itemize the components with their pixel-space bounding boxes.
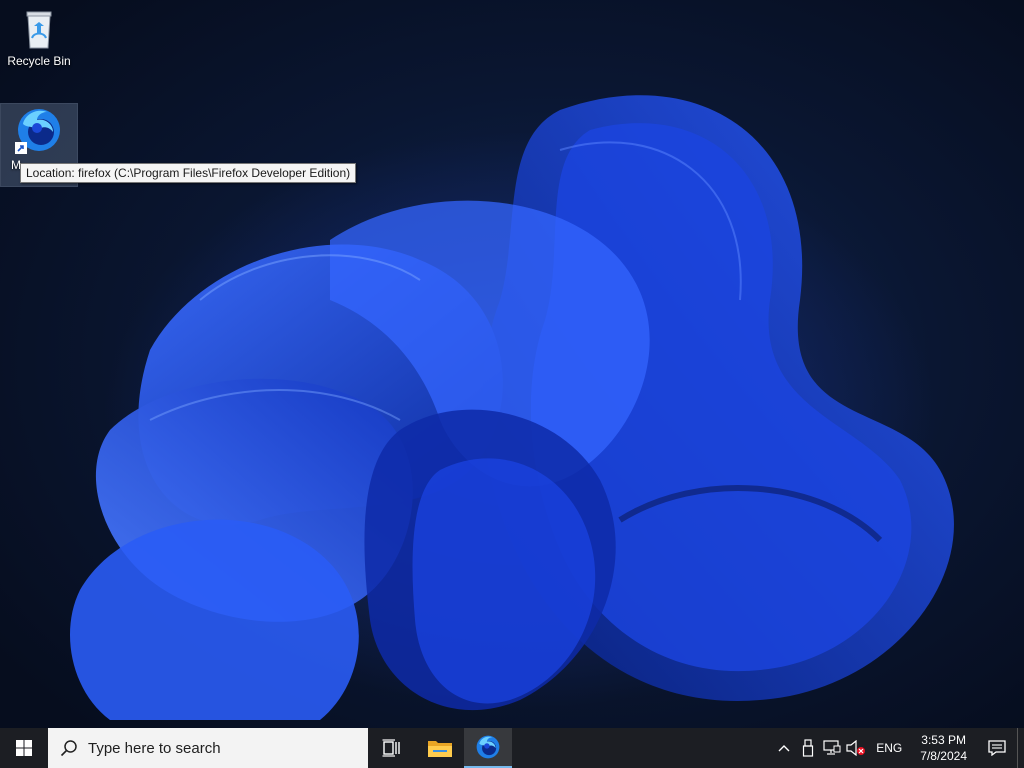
- search-placeholder: Type here to search: [88, 739, 221, 757]
- task-view-button[interactable]: [368, 728, 416, 768]
- desktop-icon-label: Recycle Bin: [7, 54, 71, 68]
- location-tooltip: Location: firefox (C:\Program Files\Fire…: [20, 163, 357, 183]
- start-button[interactable]: [0, 728, 48, 768]
- wallpaper-bloom: [70, 95, 954, 720]
- volume-muted-icon: [846, 740, 866, 756]
- windows-logo-icon: [16, 740, 32, 756]
- usb-tray-button[interactable]: [796, 728, 820, 768]
- shortcut-arrow-icon: [15, 142, 27, 154]
- network-icon: [823, 740, 841, 755]
- notification-icon: [988, 740, 1006, 756]
- system-tray: ENG 3:53 PM 7/8/2024: [772, 728, 1024, 768]
- file-explorer-button[interactable]: [416, 728, 464, 768]
- firefox-icon: [476, 735, 500, 759]
- clock-time: 3:53 PM: [921, 733, 966, 747]
- volume-tray-button[interactable]: [844, 728, 868, 768]
- firefox-taskbar-button[interactable]: [464, 728, 512, 768]
- input-language-indicator[interactable]: ENG: [868, 741, 910, 755]
- show-hidden-icons-button[interactable]: [772, 728, 796, 768]
- task-view-icon: [382, 739, 400, 757]
- taskbar: Type here to search ENG 3:53 PM 7/8/2024: [0, 728, 1024, 768]
- search-icon: [60, 740, 77, 757]
- desktop[interactable]: Recycle Bin M Location: firefox (C:\Prog…: [0, 0, 1024, 728]
- desktop-icon-recycle-bin[interactable]: Recycle Bin: [1, 6, 77, 68]
- folder-icon: [428, 741, 452, 757]
- clock-date: 7/8/2024: [920, 749, 967, 763]
- chevron-up-icon: [778, 745, 790, 752]
- usb-icon: [803, 739, 814, 757]
- search-input[interactable]: Type here to search: [48, 728, 368, 768]
- show-desktop-button[interactable]: [1017, 728, 1024, 768]
- recycle-bin-icon: [26, 11, 52, 49]
- action-center-button[interactable]: [977, 728, 1017, 768]
- network-tray-button[interactable]: [820, 728, 844, 768]
- clock[interactable]: 3:53 PM 7/8/2024: [910, 732, 977, 764]
